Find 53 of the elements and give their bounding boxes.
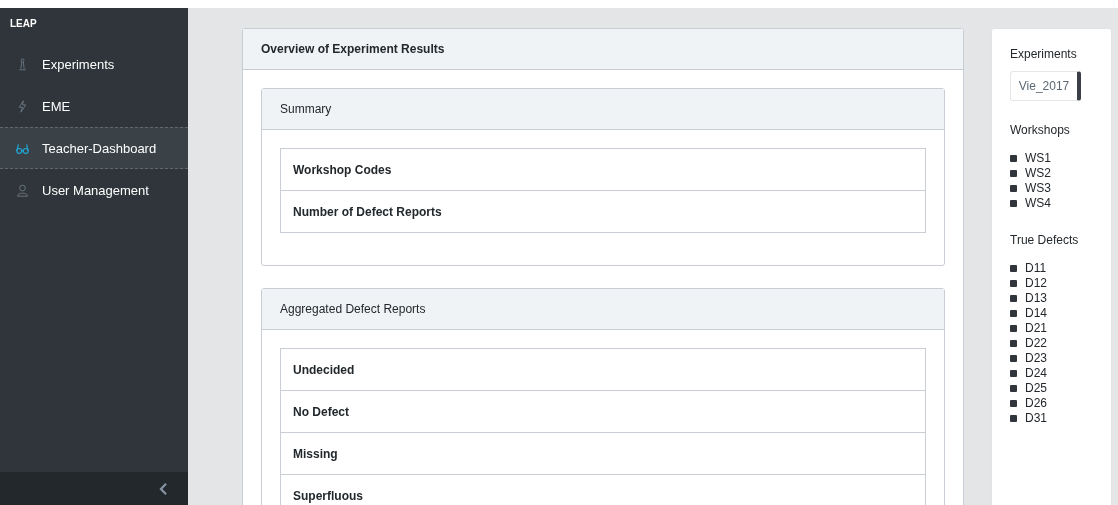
table-row-header: Superfluous bbox=[281, 474, 925, 505]
square-icon bbox=[1010, 370, 1017, 377]
legend-label[interactable]: D25 bbox=[1025, 381, 1047, 396]
table-row-header: No Defect bbox=[292, 403, 350, 421]
filter-label: True Defects bbox=[1010, 233, 1080, 247]
filter-label: Workshops bbox=[1010, 123, 1071, 137]
experiment-select[interactable]: Vie_2017 bbox=[1010, 71, 1081, 101]
table-row-header: Undecided bbox=[281, 349, 925, 391]
collapse-chevron-icon[interactable] bbox=[159, 482, 168, 495]
square-icon bbox=[1010, 340, 1017, 347]
legend-label[interactable]: WS2 bbox=[1025, 166, 1051, 181]
legend-label[interactable]: WS1 bbox=[1025, 151, 1051, 166]
table-row-header: Missing bbox=[281, 432, 925, 474]
legend-label[interactable]: D13 bbox=[1025, 291, 1047, 306]
filter-label: Experiments bbox=[1010, 47, 1078, 61]
sidebar-item[interactable]: Experiments bbox=[0, 43, 188, 85]
glasses-icon bbox=[16, 141, 29, 155]
sidebar-item[interactable]: Teacher-Dashboard bbox=[0, 127, 188, 169]
legend-label[interactable]: D22 bbox=[1025, 336, 1047, 351]
table-row-header: Workshop Codes bbox=[281, 149, 925, 191]
square-icon bbox=[1010, 185, 1017, 192]
legend-label[interactable]: D11 bbox=[1025, 261, 1047, 276]
square-icon bbox=[1010, 280, 1017, 287]
legend-label[interactable]: D12 bbox=[1025, 276, 1047, 291]
square-icon bbox=[1010, 325, 1017, 332]
square-icon bbox=[1010, 400, 1017, 407]
legend-label[interactable]: D21 bbox=[1025, 321, 1047, 336]
table-row-header: Number of Defect Reports bbox=[292, 203, 443, 221]
square-icon bbox=[1010, 310, 1017, 317]
legend-label[interactable]: WS4 bbox=[1025, 196, 1051, 211]
square-icon bbox=[1010, 415, 1017, 422]
square-icon bbox=[1010, 355, 1017, 362]
legend-label[interactable]: D24 bbox=[1025, 366, 1047, 381]
pawn-icon bbox=[16, 57, 29, 71]
user-icon bbox=[16, 183, 29, 197]
square-icon bbox=[1010, 200, 1017, 207]
square-icon bbox=[1010, 265, 1017, 272]
square-icon bbox=[1010, 170, 1017, 177]
card-title: Overview of Experiment Results bbox=[243, 29, 963, 70]
legend-label[interactable]: D23 bbox=[1025, 351, 1047, 366]
lightning-icon bbox=[16, 99, 29, 113]
legend-label[interactable]: D31 bbox=[1025, 411, 1047, 426]
legend-label[interactable]: D14 bbox=[1025, 306, 1047, 321]
legend-label[interactable]: WS3 bbox=[1025, 181, 1051, 196]
square-icon bbox=[1010, 155, 1017, 162]
panel-title: Summary bbox=[262, 89, 944, 130]
panel-title: Aggregated Defect Reports bbox=[262, 289, 944, 330]
legend-label[interactable]: D26 bbox=[1025, 396, 1047, 411]
sidebar-item[interactable]: User Management bbox=[0, 169, 188, 211]
square-icon bbox=[1010, 295, 1017, 302]
sidebar-item[interactable]: EME bbox=[0, 85, 188, 127]
square-icon bbox=[1010, 385, 1017, 392]
brand-label: LEAP bbox=[9, 17, 38, 31]
